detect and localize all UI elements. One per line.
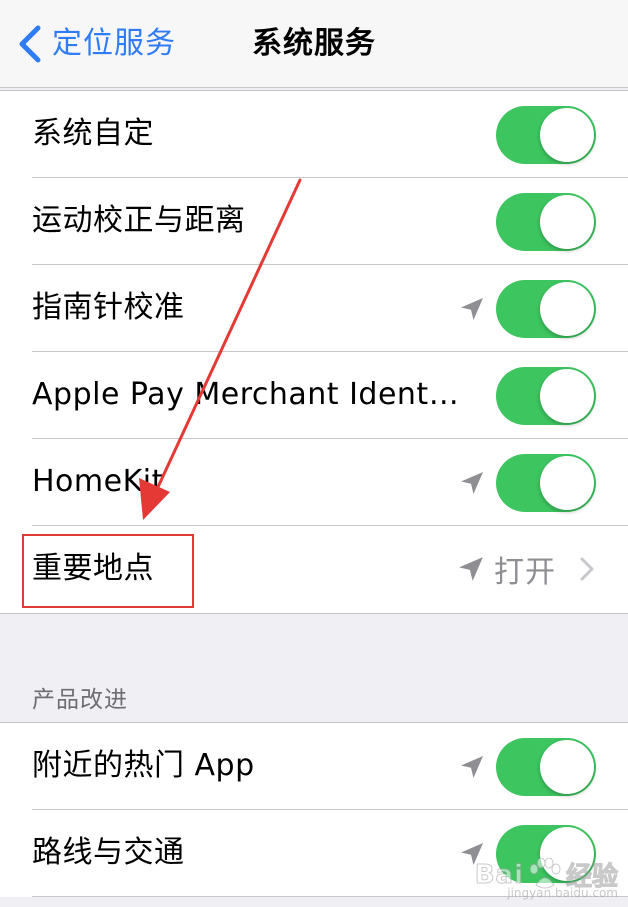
navigation-bar: 定位服务 系统服务 (0, 0, 628, 88)
list-item-popular-near-me: 附近的热门 App (32, 723, 628, 810)
location-arrow-icon (461, 756, 483, 778)
list-item-motion-calibration: 运动校正与距离 (32, 178, 628, 265)
toggle-switch[interactable] (496, 738, 596, 796)
row-label: HomeKit (32, 464, 164, 499)
product-improvement-group: 附近的热门 App 路线与交通 (0, 722, 628, 897)
list-item-system-customization: 系统自定 (32, 91, 628, 178)
toggle-switch[interactable] (496, 454, 596, 512)
toggle-switch[interactable] (496, 106, 596, 164)
toggle-switch[interactable] (496, 280, 596, 338)
row-label: 路线与交通 (32, 835, 185, 870)
list-item-homekit: HomeKit (32, 439, 628, 526)
significant-locations-status: 打开 (494, 555, 556, 590)
list-item-compass-calibration: 指南针校准 (32, 265, 628, 352)
toggle-knob (540, 369, 594, 423)
row-label: Apple Pay Merchant Ident… (32, 377, 460, 412)
row-label: 系统自定 (32, 116, 154, 151)
list-item-routing-traffic: 路线与交通 (32, 810, 628, 897)
row-label: 指南针校准 (32, 290, 185, 325)
location-arrow-icon (459, 557, 483, 581)
toggle-switch[interactable] (496, 193, 596, 251)
location-arrow-icon (461, 472, 483, 494)
page-title: 系统服务 (252, 26, 376, 61)
location-arrow-icon (461, 298, 483, 320)
chevron-right-icon (580, 557, 594, 581)
row-label: 重要地点 (32, 551, 154, 586)
toggle-switch[interactable] (496, 367, 596, 425)
toggle-knob (540, 456, 594, 510)
toggle-switch[interactable] (496, 825, 596, 883)
toggle-knob (540, 827, 594, 881)
list-item-significant-locations[interactable]: 重要地点 打开 (32, 526, 628, 613)
row-label: 附近的热门 App (32, 748, 255, 783)
section-header-product-improvement: 产品改进 (32, 687, 128, 713)
toggle-knob (540, 195, 594, 249)
toggle-knob (540, 740, 594, 794)
list-item-apple-pay-merchant: Apple Pay Merchant Ident… (32, 352, 628, 439)
location-arrow-icon (461, 843, 483, 865)
system-services-group: 系统自定 运动校正与距离 指南针校准 Apple Pay Merchant Id… (0, 90, 628, 614)
toggle-knob (540, 282, 594, 336)
significant-locations-detail[interactable]: 打开 (458, 526, 596, 612)
row-label: 运动校正与距离 (32, 203, 246, 238)
toggle-knob (540, 108, 594, 162)
